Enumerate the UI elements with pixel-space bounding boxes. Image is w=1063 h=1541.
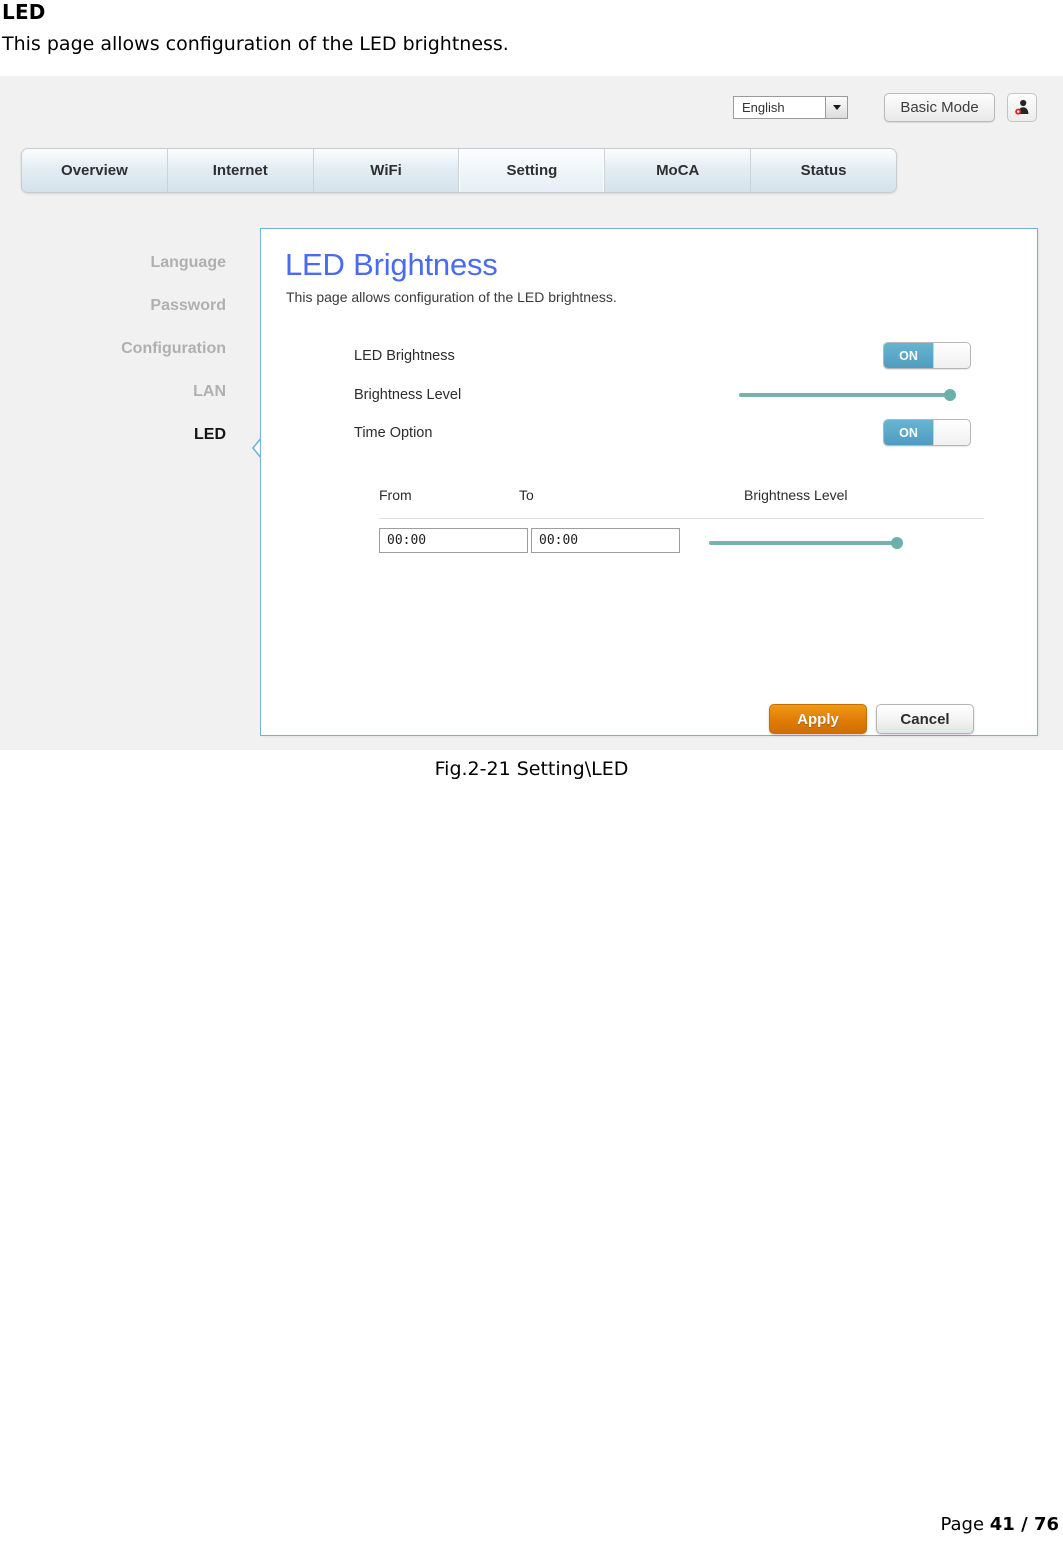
table-header-row: From To Brightness Level — [379, 487, 984, 519]
top-bar: English Basic Mode — [0, 76, 1063, 138]
panel-subtitle: This page allows configuration of the LE… — [286, 289, 617, 305]
page-intro-text: This page allows configuration of the LE… — [2, 33, 509, 55]
led-brightness-label: LED Brightness — [354, 348, 455, 364]
brightness-level-slider[interactable] — [739, 387, 956, 403]
time-option-toggle-knob[interactable] — [933, 420, 970, 445]
from-time-input[interactable]: 00:00 — [379, 528, 528, 553]
table-row: 00:00 00:00 — [379, 519, 984, 559]
column-header-brightness-level: Brightness Level — [744, 487, 848, 503]
main-nav-tabs: Overview Internet WiFi Setting MoCA Stat… — [21, 148, 897, 193]
time-option-label: Time Option — [354, 425, 433, 441]
figure-caption: Fig.2-21 Setting\LED — [434, 758, 629, 780]
panel-title: LED Brightness — [285, 247, 498, 282]
basic-mode-button[interactable]: Basic Mode — [884, 93, 995, 122]
sidebar-item-configuration[interactable]: Configuration — [0, 327, 240, 370]
page-footer: Page 41 / 76 — [940, 1514, 1059, 1535]
language-select-value: English — [742, 100, 785, 115]
time-option-row: Time Option ON — [354, 419, 974, 447]
tab-moca[interactable]: MoCA — [605, 149, 752, 192]
sidebar-item-led[interactable]: LED — [0, 413, 240, 456]
schedule-brightness-slider-track[interactable] — [709, 541, 902, 545]
apply-button[interactable]: Apply — [769, 704, 867, 734]
tab-wifi[interactable]: WiFi — [314, 149, 460, 192]
brightness-level-slider-handle[interactable] — [944, 389, 956, 401]
user-account-button[interactable] — [1007, 93, 1037, 122]
led-brightness-panel: LED Brightness This page allows configur… — [260, 228, 1038, 736]
chevron-down-icon[interactable] — [825, 97, 847, 118]
schedule-brightness-slider[interactable] — [709, 535, 903, 551]
router-ui-screenshot: English Basic Mode Overview Internet WiF… — [0, 76, 1063, 750]
sidebar-item-language[interactable]: Language — [0, 241, 240, 284]
footer-label: Page — [940, 1514, 990, 1535]
cancel-button[interactable]: Cancel — [876, 704, 974, 734]
led-brightness-row: LED Brightness ON — [354, 342, 974, 370]
page-title: LED — [2, 0, 46, 24]
language-select[interactable]: English — [733, 96, 848, 119]
schedule-brightness-slider-handle[interactable] — [891, 537, 903, 549]
time-schedule-table: From To Brightness Level 00:00 00:00 — [379, 487, 984, 559]
footer-page-number: 41 / 76 — [989, 1514, 1059, 1535]
tab-internet[interactable]: Internet — [168, 149, 314, 192]
brightness-level-row: Brightness Level — [354, 381, 974, 409]
time-option-toggle-state: ON — [884, 420, 933, 445]
sidebar-item-lan[interactable]: LAN — [0, 370, 240, 413]
led-brightness-toggle[interactable]: ON — [883, 342, 971, 369]
column-header-from: From — [379, 487, 412, 503]
column-header-to: To — [519, 487, 534, 503]
tab-setting[interactable]: Setting — [459, 149, 606, 192]
brightness-level-slider-track[interactable] — [739, 393, 955, 397]
led-brightness-toggle-knob[interactable] — [933, 343, 970, 368]
led-brightness-toggle-state: ON — [884, 343, 933, 368]
to-time-input[interactable]: 00:00 — [531, 528, 680, 553]
tab-status[interactable]: Status — [751, 149, 896, 192]
settings-sidebar: Language Password Configuration LAN LED — [0, 241, 240, 456]
user-account-icon — [1014, 99, 1028, 115]
sidebar-item-password[interactable]: Password — [0, 284, 240, 327]
time-option-toggle[interactable]: ON — [883, 419, 971, 446]
tab-overview[interactable]: Overview — [22, 149, 168, 192]
